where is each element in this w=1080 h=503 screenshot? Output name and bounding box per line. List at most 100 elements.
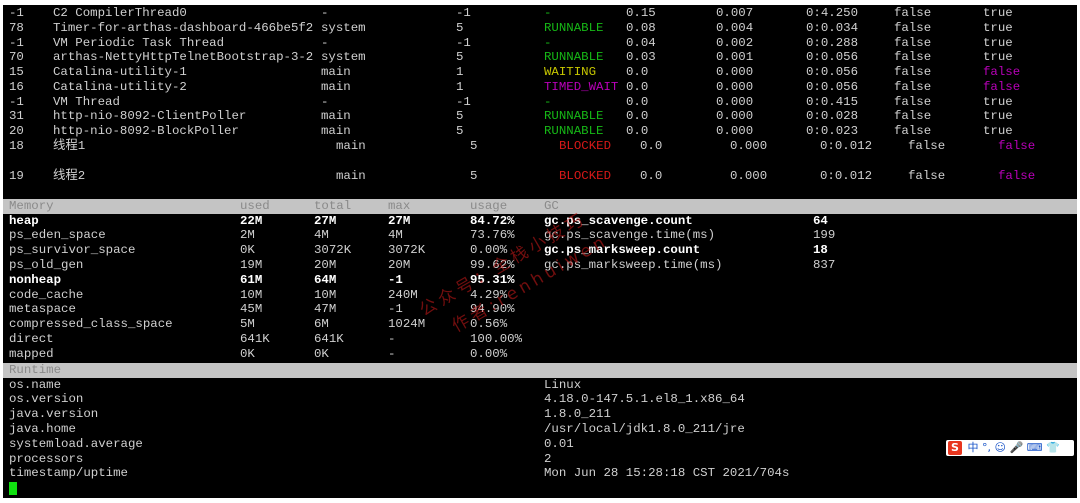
thread-group: - <box>321 35 329 50</box>
thread-row: 20 http-nio-8092-BlockPoller main 5 RUNNABLE… <box>3 124 1077 139</box>
memory-usage: 0.00% <box>470 243 508 258</box>
memory-name: ps_eden_space <box>9 228 106 243</box>
memory-max: 4M <box>388 228 403 243</box>
thread-priority: 5 <box>470 169 478 183</box>
memory-total: 20M <box>314 257 337 272</box>
memory-name: code_cache <box>9 287 84 302</box>
memory-max: -1 <box>388 302 403 317</box>
terminal-window[interactable]: -1 C2 CompilerThread0 - -1 - 0.15 0.007 0:4.250… <box>3 5 1077 498</box>
sogou-logo-icon[interactable]: S <box>948 441 962 455</box>
terminal-cursor <box>9 482 17 495</box>
thread-name: http-nio-8092-BlockPoller <box>53 124 239 138</box>
memory-usage: 95.31% <box>470 272 515 287</box>
thread-priority: -1 <box>456 35 471 50</box>
runtime-value: /usr/local/jdk1.8.0_211/jre <box>544 421 745 436</box>
memory-used: 0K <box>240 243 255 258</box>
thread-daemon: false <box>983 65 1021 79</box>
runtime-name: os.name <box>9 377 62 392</box>
memory-total: 4M <box>314 228 329 243</box>
thread-delta-time: 0.000 <box>730 169 768 183</box>
gc-name: gc.ps_marksweep.time(ms) <box>544 257 723 272</box>
thread-cpu: 0.03 <box>626 50 656 65</box>
thread-interrupted: false <box>894 65 932 79</box>
gc-name: gc.ps_scavenge.time(ms) <box>544 228 716 243</box>
runtime-name: systemload.average <box>9 436 143 451</box>
memory-header-gc: GC <box>544 198 559 213</box>
thread-cpu: 0.08 <box>626 20 656 35</box>
memory-row: ps_old_gen 19M 20M 20M 99.62% gc.ps_marksweep… <box>3 258 1077 273</box>
memory-usage: 100.00% <box>470 331 523 346</box>
thread-time: 0:0.012 <box>820 169 873 183</box>
memory-row: nonheap 61M 64M -1 95.31% <box>3 273 1077 288</box>
runtime-value: Linux <box>544 377 582 392</box>
thread-priority: 5 <box>456 124 464 138</box>
ime-toolbar[interactable]: S 中 °, ☺ 🎤 ⌨ 👕 <box>946 440 1074 456</box>
runtime-header: Runtime <box>3 362 1077 378</box>
thread-id: 16 <box>9 79 24 94</box>
runtime-value: Mon Jun 28 15:28:18 CST 2021/704s <box>544 466 790 481</box>
thread-state: TIMED_WAIT <box>544 79 619 94</box>
memory-row: code_cache 10M 10M 240M 4.29% <box>3 288 1077 303</box>
memory-usage: 84.72% <box>470 213 515 228</box>
memory-row: ps_eden_space 2M 4M 4M 73.76% gc.ps_scavenge.… <box>3 228 1077 243</box>
runtime-header-label: Runtime <box>9 362 62 377</box>
thread-interrupted: false <box>894 79 932 94</box>
thread-priority: 5 <box>456 109 464 124</box>
memory-total: 6M <box>314 317 329 332</box>
memory-row: compressed_class_space 5M 6M 1024M 0.56% <box>3 317 1077 332</box>
runtime-row: systemload.average 0.01 <box>3 437 1077 452</box>
thread-row: -1 VM Periodic Task Thread - -1 - 0.04 0.002 0:… <box>3 36 1077 51</box>
thread-delta-time: 0.000 <box>716 94 754 109</box>
memory-max: - <box>388 346 396 361</box>
thread-group: main <box>321 124 351 138</box>
thread-row: -1 VM Thread - -1 - 0.0 0.000 0:0.415 false true <box>3 95 1077 110</box>
thread-time: 0:4.250 <box>806 6 859 20</box>
memory-total: 47M <box>314 302 337 317</box>
memory-name: compressed_class_space <box>9 317 173 332</box>
thread-priority: 5 <box>456 20 464 35</box>
memory-total: 10M <box>314 287 337 302</box>
memory-header-usage: usage <box>470 198 508 213</box>
thread-name: C2 CompilerThread0 <box>53 6 187 20</box>
memory-header-max: max <box>388 198 411 213</box>
thread-id: 70 <box>9 50 24 65</box>
memory-max: 27M <box>388 213 411 228</box>
thread-state: BLOCKED <box>559 169 612 183</box>
memory-row: ps_survivor_space 0K 3072K 3072K 0.00% gc.ps_… <box>3 243 1077 258</box>
thread-row: 70 arthas-NettyHttpTelnetBootstrap-3-2 sys… <box>3 50 1077 65</box>
thread-priority: 5 <box>456 50 464 65</box>
thread-id: -1 <box>9 35 24 50</box>
memory-usage: 94.90% <box>470 302 515 317</box>
memory-used: 19M <box>240 257 263 272</box>
thread-name: Catalina-utility-1 <box>53 65 187 79</box>
thread-interrupted: false <box>894 109 932 124</box>
thread-state: - <box>544 35 552 50</box>
thread-interrupted: false <box>894 50 932 65</box>
runtime-row: os.version 4.18.0-147.5.1.el8_1.x86_64 <box>3 392 1077 407</box>
thread-delta-time: 0.000 <box>716 79 754 94</box>
runtime-name: os.version <box>9 392 84 407</box>
thread-interrupted: false <box>894 6 932 20</box>
thread-delta-time: 0.000 <box>716 109 754 124</box>
thread-group: main <box>336 169 366 183</box>
thread-delta-time: 0.000 <box>730 139 768 153</box>
thread-priority: 5 <box>470 139 478 153</box>
memory-usage: 0.56% <box>470 317 508 332</box>
thread-daemon: true <box>983 6 1013 20</box>
thread-time: 0:0.056 <box>806 50 859 65</box>
thread-time: 0:0.034 <box>806 20 859 35</box>
memory-total: 641K <box>314 331 344 346</box>
thread-delta-time: 0.007 <box>716 6 754 20</box>
thread-name: 线程1 <box>53 139 86 153</box>
runtime-name: timestamp/uptime <box>9 466 128 481</box>
thread-row: 15 Catalina-utility-1 main 1 WAITING 0.0 0.000… <box>3 65 1077 80</box>
thread-row: 78 Timer-for-arthas-dashboard-466be5f2 sys… <box>3 21 1077 36</box>
thread-interrupted: false <box>894 20 932 35</box>
ime-status-icons[interactable]: 中 °, ☺ 🎤 ⌨ 👕 <box>968 441 1060 454</box>
thread-state: BLOCKED <box>559 139 612 153</box>
thread-cpu: 0.15 <box>626 6 656 20</box>
thread-daemon: true <box>983 20 1013 35</box>
thread-time: 0:0.056 <box>806 65 859 79</box>
runtime-value: 0.01 <box>544 436 574 451</box>
memory-used: 22M <box>240 213 263 228</box>
